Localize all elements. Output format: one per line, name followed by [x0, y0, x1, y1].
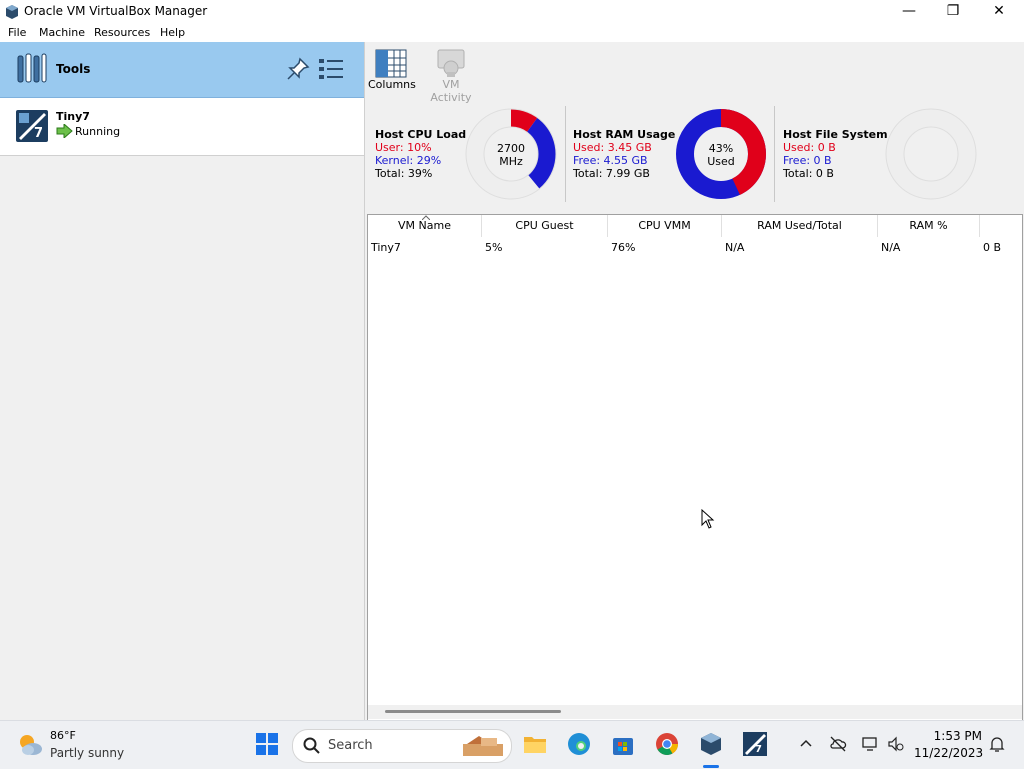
- column-header-cpu-vmm[interactable]: CPU VMM: [608, 215, 722, 237]
- cpu-title: Host CPU Load: [375, 128, 467, 141]
- tools-icon: [17, 53, 47, 83]
- menu-file[interactable]: File: [8, 26, 26, 39]
- column-header-cpu-guest[interactable]: CPU Guest: [482, 215, 608, 237]
- sort-ascending-icon: [422, 215, 430, 220]
- vm-name: Tiny7: [56, 110, 90, 123]
- vm-resource-table: VM Name CPU Guest CPU VMM RAM Used/Total…: [367, 214, 1023, 721]
- column-header-more[interactable]: [980, 215, 1021, 237]
- cell-cpu-vmm: 76%: [611, 241, 636, 254]
- maximize-button[interactable]: ❐: [930, 0, 976, 24]
- horizontal-scrollbar[interactable]: [368, 705, 1022, 719]
- title-bar: Oracle VM VirtualBox Manager — ❐ ✕: [0, 0, 1024, 24]
- ram-center-unit: Used: [707, 155, 735, 168]
- weather-partly-sunny-icon[interactable]: [16, 731, 44, 759]
- cell-ram-used-total: N/A: [725, 241, 745, 254]
- onedrive-offline-icon[interactable]: [829, 735, 847, 753]
- host-file-system-panel: Host File System Used: 0 B Free: 0 B Tot…: [783, 128, 888, 180]
- separator: [565, 106, 566, 202]
- separator: [774, 106, 775, 202]
- notifications-bell-icon[interactable]: [988, 735, 1006, 753]
- fs-title: Host File System: [783, 128, 888, 141]
- mouse-cursor-icon: [701, 509, 715, 529]
- vm-activity-button[interactable]: VM Activity: [421, 46, 481, 104]
- vm-activity-icon: [437, 49, 465, 77]
- machine-list-pane: Tools 7 Tiny7 Running: [0, 42, 365, 720]
- columns-grid-icon: [375, 49, 407, 78]
- host-ram-usage-panel: Host RAM Usage Used: 3.45 GB Free: 4.55 …: [573, 128, 675, 180]
- virtualbox-taskbar-icon[interactable]: [698, 731, 724, 757]
- tools-item[interactable]: Tools: [0, 42, 364, 98]
- tiny7-vm-taskbar-icon[interactable]: 7: [742, 731, 768, 757]
- running-arrow-icon: [56, 124, 73, 138]
- taskbar-search-box[interactable]: Search: [292, 729, 512, 763]
- weather-desc[interactable]: Partly sunny: [50, 746, 124, 760]
- taskbar: 86°F Partly sunny Search 7 1:53 PM 11/22…: [0, 720, 1024, 769]
- table-header: VM Name CPU Guest CPU VMM RAM Used/Total…: [368, 215, 1022, 237]
- fs-donut: [885, 108, 977, 200]
- vm-state: Running: [75, 125, 121, 138]
- cpu-donut-label: 2700 MHz: [481, 142, 541, 168]
- search-icon: [303, 737, 320, 754]
- cpu-kernel: Kernel: 29%: [375, 154, 442, 167]
- ram-free: Free: 4.55 GB: [573, 154, 648, 167]
- cell-ram-percent: N/A: [881, 241, 901, 254]
- minimize-button[interactable]: —: [886, 0, 932, 24]
- svg-text:7: 7: [34, 126, 43, 141]
- scrollbar-thumb[interactable]: [385, 710, 561, 713]
- ram-total: Total: 7.99 GB: [573, 167, 650, 180]
- column-header-ram-used-total[interactable]: RAM Used/Total: [722, 215, 878, 237]
- clock-date[interactable]: 11/22/2023: [914, 746, 983, 760]
- vm-activity-label: VM Activity: [430, 78, 472, 104]
- windows7-os-icon: 7: [16, 110, 48, 142]
- host-cpu-load-panel: Host CPU Load User: 10% Kernel: 29% Tota…: [375, 128, 466, 180]
- search-placeholder: Search: [328, 738, 373, 753]
- edge-browser-icon[interactable]: [566, 731, 592, 757]
- show-hidden-icons-chevron-icon[interactable]: [797, 735, 815, 753]
- microsoft-store-icon[interactable]: [610, 731, 636, 757]
- chrome-browser-icon[interactable]: [654, 731, 680, 757]
- cpu-center-unit: MHz: [499, 155, 523, 168]
- cpu-total: Total: 39%: [375, 167, 433, 180]
- window-title: Oracle VM VirtualBox Manager: [24, 4, 208, 18]
- file-explorer-icon[interactable]: [522, 731, 548, 757]
- display-network-icon[interactable]: [861, 735, 879, 753]
- windows-start-icon[interactable]: [254, 731, 280, 757]
- fs-total: Total: 0 B: [783, 167, 834, 180]
- columns-button[interactable]: Columns: [368, 46, 416, 94]
- cell-vm-name[interactable]: Tiny7: [371, 241, 401, 254]
- cpu-center-value: 2700: [497, 142, 525, 155]
- close-button[interactable]: ✕: [976, 0, 1022, 24]
- volume-muted-icon[interactable]: [887, 735, 905, 753]
- svg-text:7: 7: [755, 744, 762, 755]
- menu-bar: File Machine Resources Help: [0, 24, 1024, 42]
- tools-label: Tools: [56, 62, 91, 76]
- cpu-user: User: 10%: [375, 141, 432, 154]
- virtualbox-app-icon: [6, 5, 18, 19]
- fs-used: Used: 0 B: [783, 141, 836, 154]
- cell-extra: 0 B: [983, 241, 1002, 254]
- cell-cpu-guest: 5%: [485, 241, 503, 254]
- ram-donut-label: 43% Used: [691, 142, 751, 168]
- clock-time[interactable]: 1:53 PM: [930, 729, 982, 743]
- menu-list-icon[interactable]: [318, 57, 344, 81]
- ram-used: Used: 3.45 GB: [573, 141, 652, 154]
- menu-machine[interactable]: Machine: [39, 26, 85, 39]
- menu-help[interactable]: Help: [160, 26, 185, 39]
- column-header-ram-percent[interactable]: RAM %: [878, 215, 980, 237]
- weather-temp[interactable]: 86°F: [50, 729, 76, 742]
- columns-label: Columns: [368, 78, 416, 91]
- search-highlight-icon: [463, 736, 503, 756]
- vm-list-item[interactable]: 7 Tiny7 Running: [0, 98, 364, 156]
- ram-center-value: 43%: [708, 142, 734, 155]
- ram-title: Host RAM Usage: [573, 128, 676, 141]
- fs-free: Free: 0 B: [783, 154, 832, 167]
- pin-icon[interactable]: [286, 57, 310, 81]
- menu-resources[interactable]: Resources: [94, 26, 150, 39]
